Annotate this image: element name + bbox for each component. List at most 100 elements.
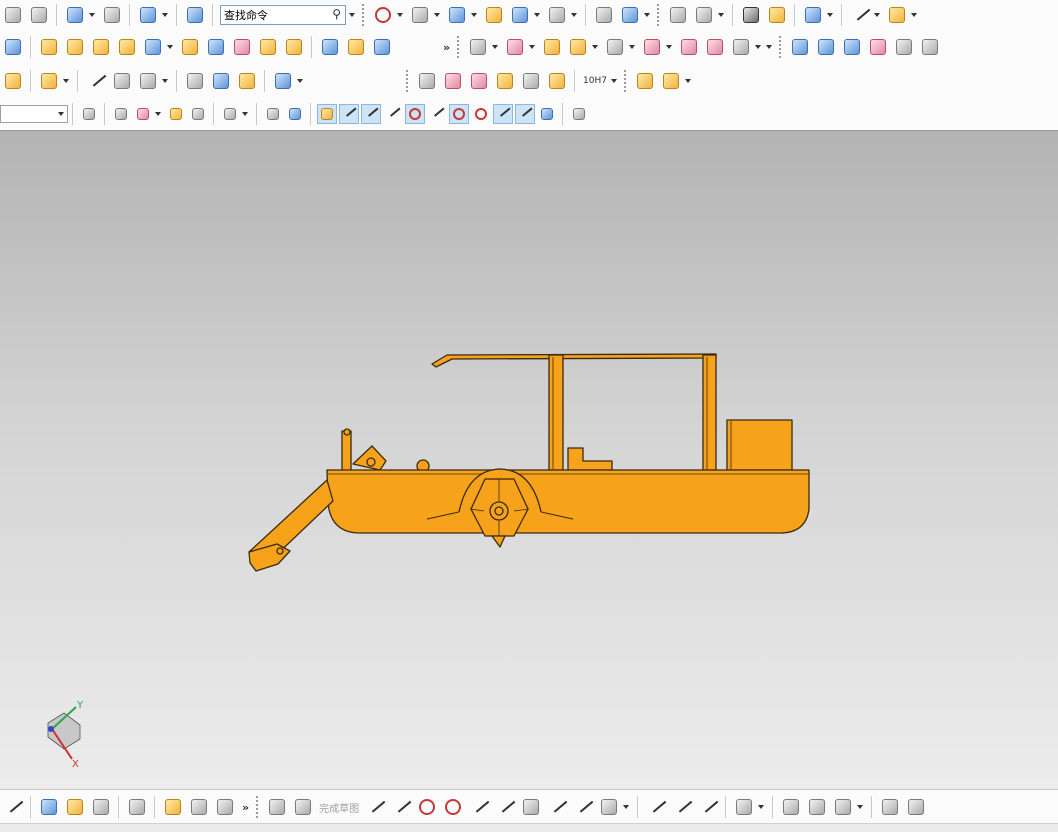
sketch-curve-icon[interactable] [85,70,107,92]
snap-quadrant-icon[interactable] [472,105,490,123]
split-body-icon[interactable] [604,36,626,58]
animation-dropdown-arrow[interactable] [826,10,834,20]
finish-sketch-flag-icon[interactable] [292,796,314,818]
bottom-toolbar-overflow-button[interactable]: » [242,801,249,814]
chamfer-icon[interactable] [345,36,367,58]
boss-icon[interactable] [64,36,86,58]
make-corner-icon[interactable] [697,796,719,818]
studio-spline-icon[interactable] [546,796,568,818]
rectangle-select-icon[interactable] [221,105,239,123]
feature-tools-icon[interactable] [272,70,294,92]
wcs-dropdown-arrow[interactable] [161,10,169,20]
select-bodies-icon[interactable] [286,105,304,123]
snap-midpoint-icon[interactable] [361,104,381,124]
toolbar-grip[interactable] [256,796,261,818]
show-hide-icon[interactable] [593,4,615,26]
move-component-icon[interactable] [619,4,641,26]
snap-center-icon[interactable] [449,104,469,124]
through-mesh-icon[interactable] [815,36,837,58]
text-feature-dropdown-arrow[interactable] [62,76,70,86]
sync-modeling-more-arrow[interactable] [765,42,773,52]
shaded-view-dropdown-arrow[interactable] [433,10,441,20]
section-view-icon[interactable] [483,4,505,26]
palette-icon[interactable] [766,4,788,26]
rectangle-icon[interactable] [520,796,542,818]
search-icon[interactable]: ⚲ [329,7,341,21]
trim-body-dropdown-arrow[interactable] [591,42,599,52]
select-faces-icon[interactable] [264,105,282,123]
wcs-orient-dropdown-arrow[interactable] [717,10,725,20]
undo-dropdown-arrow[interactable] [88,10,96,20]
command-search-input[interactable]: 查找命令 ⚲ [220,5,346,25]
background-icon[interactable] [546,4,568,26]
snap-endpoint-icon[interactable] [339,104,359,124]
profile-icon[interactable] [364,796,386,818]
select-hammer-icon[interactable] [189,105,207,123]
measure-angle-icon[interactable] [849,4,871,26]
analysis-icon[interactable] [740,4,762,26]
datum-point-dropdown-arrow[interactable] [166,42,174,52]
shell-icon[interactable] [257,36,279,58]
fillet-icon[interactable] [468,796,490,818]
spring-icon[interactable] [210,70,232,92]
sync-modeling-icon[interactable] [730,36,752,58]
layer-settings-icon[interactable] [667,4,689,26]
thicken-icon[interactable] [231,36,253,58]
gear-icon[interactable] [236,70,258,92]
point-icon[interactable] [572,796,594,818]
wave-link-icon[interactable] [38,796,60,818]
exploded-view-icon[interactable] [126,796,148,818]
animation-icon[interactable] [802,4,824,26]
unite-dropdown-arrow[interactable] [491,42,499,52]
tube-dropdown-arrow[interactable] [161,76,169,86]
delete-face-icon[interactable] [704,36,726,58]
reference-set-icon[interactable] [64,796,86,818]
undo-icon[interactable] [64,4,86,26]
polygon-icon[interactable] [598,796,620,818]
thread-icon[interactable] [184,70,206,92]
sketch-constraint-icon[interactable] [2,796,24,818]
snap-on-curve-icon[interactable] [515,104,535,124]
dimension-sketch-dropdown-arrow[interactable] [757,802,765,812]
add-component-icon[interactable] [634,70,656,92]
datum-plane-icon[interactable] [116,36,138,58]
pipe-route-icon[interactable] [214,796,236,818]
render-style-icon[interactable] [446,4,468,26]
note-icon[interactable] [520,70,542,92]
geometric-constraint-icon[interactable] [780,796,802,818]
n-sided-surface-icon[interactable] [867,36,889,58]
trim-body-icon[interactable] [567,36,589,58]
graphics-viewport[interactable]: Y X [0,131,1058,789]
sketch-icon[interactable] [266,796,288,818]
toolbar-grip[interactable] [406,70,411,92]
select-box-icon[interactable] [134,105,152,123]
redo-icon[interactable] [101,4,123,26]
render-style-dropdown-arrow[interactable] [470,10,478,20]
finish-sketch-label[interactable]: 完成草图 [319,800,359,815]
polygon-dropdown-arrow[interactable] [622,802,630,812]
toolbar-grip[interactable] [779,36,784,58]
select-follow-icon[interactable] [167,105,185,123]
convert-reference-icon[interactable] [879,796,901,818]
pattern-icon[interactable] [90,36,112,58]
toolbar-grip[interactable] [623,70,629,92]
snap-point-icon[interactable] [317,104,337,124]
grid-icon[interactable] [570,105,588,123]
cylinder-icon[interactable] [283,36,305,58]
text-feature-icon[interactable] [38,70,60,92]
snap-on-surface-icon[interactable] [538,105,556,123]
chain-icon[interactable] [162,796,184,818]
spreadsheet-icon[interactable] [468,70,490,92]
toolbar-grip[interactable] [362,4,367,26]
offset-face-icon[interactable] [641,36,663,58]
snap-intersection-icon[interactable] [405,104,425,124]
surface-icon[interactable] [111,70,133,92]
line-icon[interactable] [390,796,412,818]
toolbar-overflow-button[interactable]: » [443,41,450,54]
through-curves-icon[interactable] [789,36,811,58]
fit-view-icon[interactable] [372,4,394,26]
split-body-dropdown-arrow[interactable] [628,42,636,52]
auto-constrain-icon[interactable] [832,796,854,818]
tube-icon[interactable] [137,70,159,92]
tolerance-label[interactable]: 10H7 [583,76,607,86]
